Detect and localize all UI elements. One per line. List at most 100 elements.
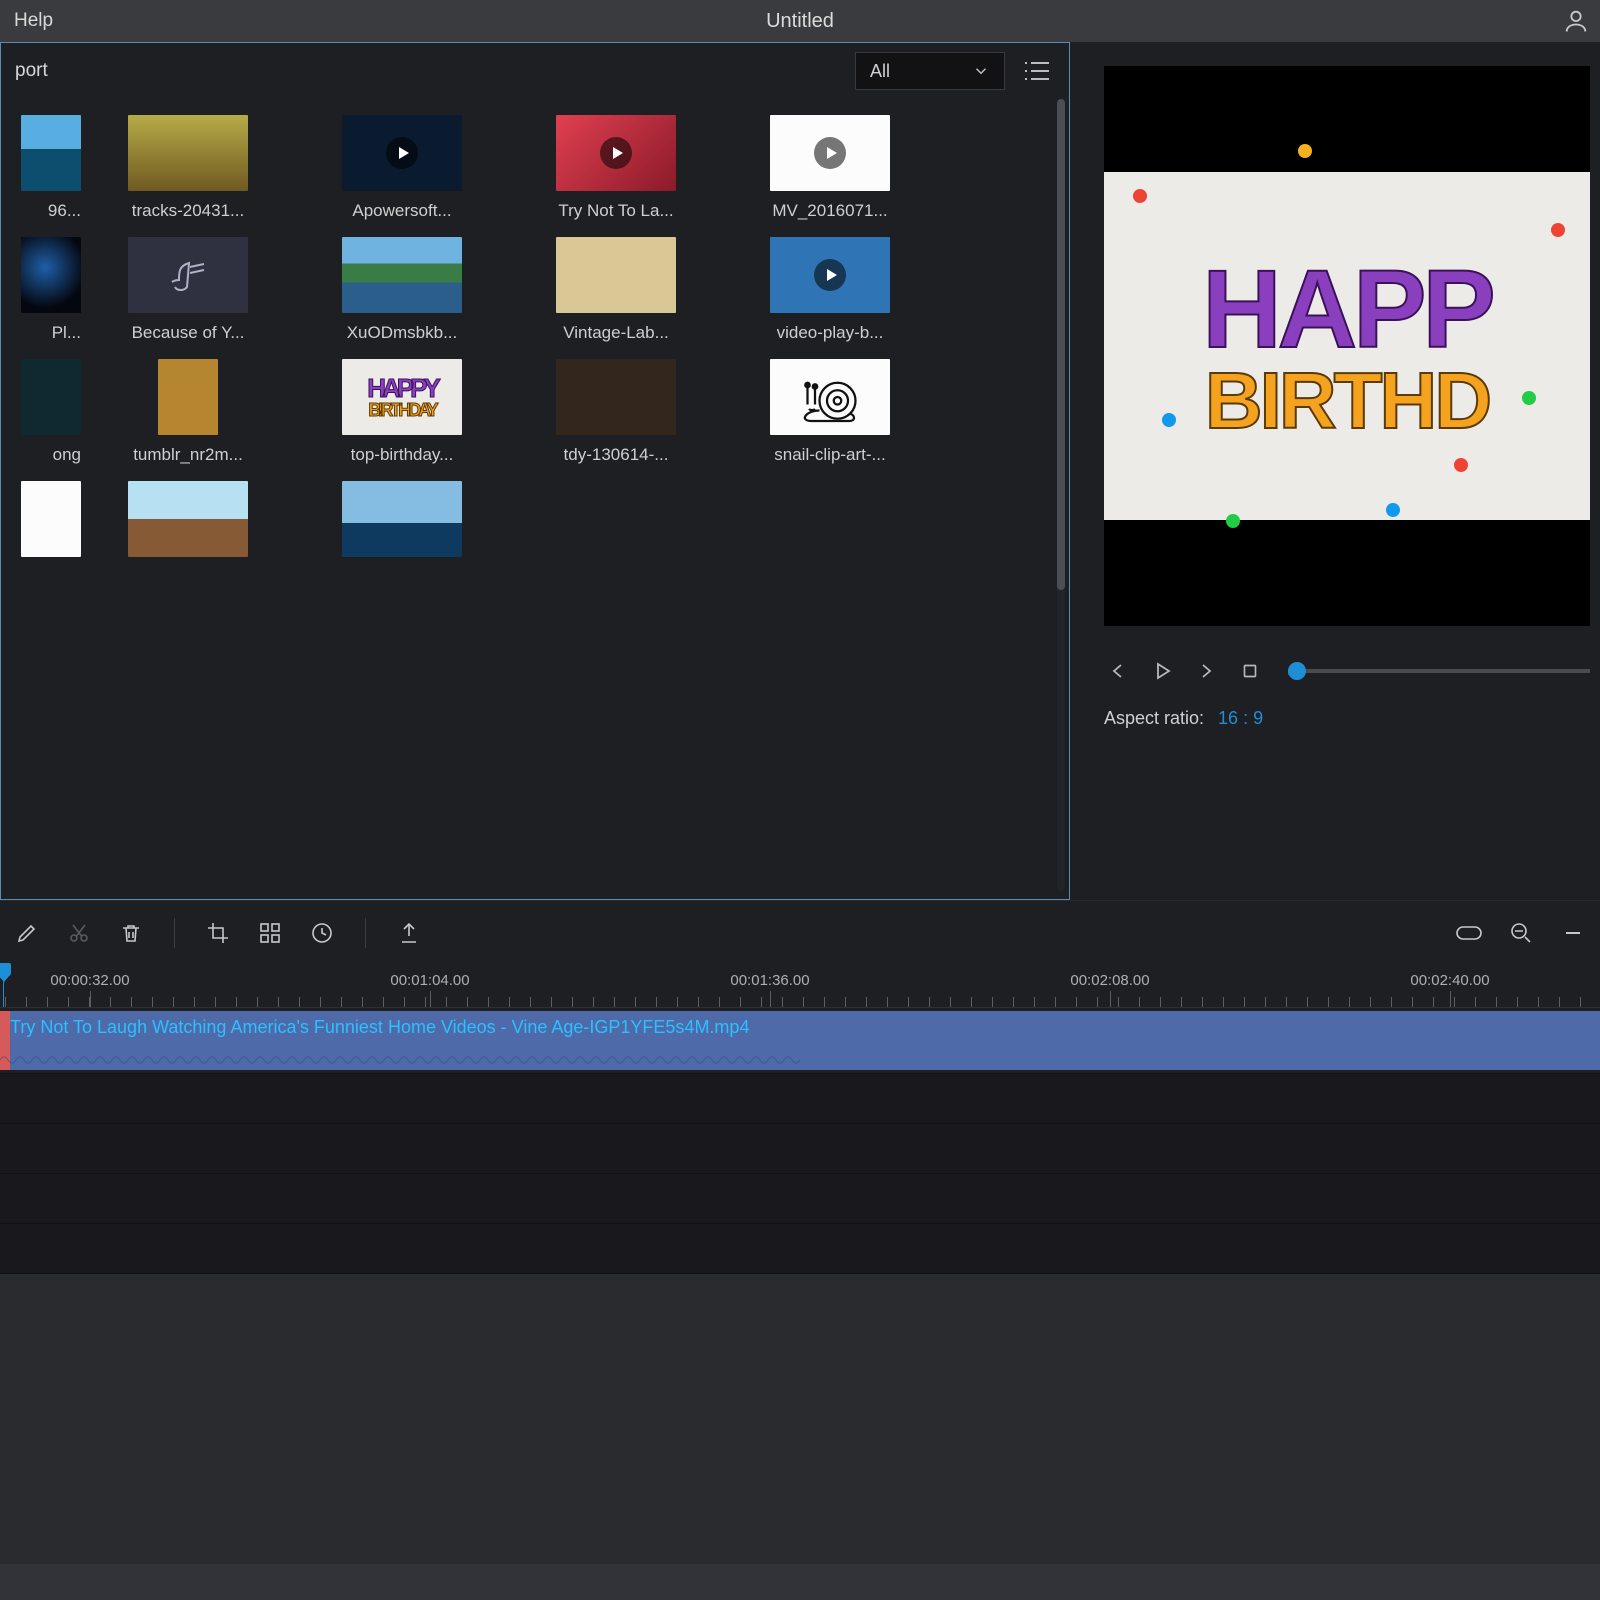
timeline-ruler[interactable]: 00:00:32.0000:01:04.0000:01:36.0000:02:0… bbox=[0, 964, 1600, 1008]
track-5[interactable] bbox=[0, 1224, 1600, 1274]
media-thumbnail bbox=[556, 359, 676, 435]
media-item[interactable]: Because of Y... bbox=[81, 229, 295, 351]
media-grid: 96... tracks-20431... Apowersoft... Try Not… bbox=[1, 99, 1069, 899]
stop-button[interactable] bbox=[1236, 657, 1264, 685]
zoom-out-button[interactable] bbox=[1504, 916, 1538, 950]
preview-controls bbox=[1104, 626, 1590, 696]
media-label: Apowersoft... bbox=[352, 201, 451, 221]
media-item[interactable]: tumblr_nr2m... bbox=[81, 351, 295, 473]
edit-button[interactable] bbox=[10, 916, 44, 950]
media-item[interactable] bbox=[81, 473, 295, 575]
media-item[interactable]: snail-clip-art-... bbox=[723, 351, 937, 473]
media-label: 96... bbox=[48, 201, 81, 221]
status-bar bbox=[0, 1564, 1600, 1600]
media-label: tdy-130614-... bbox=[564, 445, 669, 465]
media-label: tumblr_nr2m... bbox=[133, 445, 243, 465]
filter-value: All bbox=[870, 61, 890, 82]
media-label: video-play-b... bbox=[777, 323, 884, 343]
clip-waveform bbox=[0, 1052, 800, 1068]
media-item[interactable]: MV_2016071... bbox=[723, 107, 937, 229]
library-scrollbar[interactable] bbox=[1057, 99, 1065, 891]
account-icon[interactable] bbox=[1552, 7, 1600, 35]
scroll-handle[interactable] bbox=[1057, 99, 1065, 590]
preview-slider[interactable] bbox=[1288, 669, 1590, 673]
aspect-value[interactable]: 16 : 9 bbox=[1218, 708, 1263, 729]
media-label: snail-clip-art-... bbox=[774, 445, 885, 465]
library-toolbar: port All bbox=[1, 43, 1069, 99]
video-track[interactable]: Try Not To Laugh Watching America's Funn… bbox=[0, 1008, 1600, 1074]
media-label: Pl... bbox=[52, 323, 81, 343]
export-button[interactable] bbox=[392, 916, 426, 950]
duration-button[interactable] bbox=[305, 916, 339, 950]
media-item[interactable]: Try Not To La... bbox=[509, 107, 723, 229]
media-thumbnail bbox=[21, 237, 81, 313]
media-thumbnail bbox=[21, 359, 81, 435]
playhead[interactable] bbox=[3, 964, 4, 1007]
delete-button[interactable] bbox=[114, 916, 148, 950]
aspect-ratio-row: Aspect ratio: 16 : 9 bbox=[1104, 696, 1590, 729]
media-label: Vintage-Lab... bbox=[563, 323, 669, 343]
crop-button[interactable] bbox=[201, 916, 235, 950]
media-thumbnail bbox=[342, 237, 462, 313]
media-label: XuODmsbkb... bbox=[347, 323, 458, 343]
titlebar: Help Untitled bbox=[0, 0, 1600, 42]
timeline-clip[interactable]: Try Not To Laugh Watching America's Funn… bbox=[0, 1011, 1600, 1070]
media-item[interactable]: XuODmsbkb... bbox=[295, 229, 509, 351]
media-thumbnail bbox=[21, 481, 81, 557]
media-item[interactable]: ong bbox=[1, 351, 81, 473]
track-2[interactable] bbox=[0, 1074, 1600, 1124]
track-3[interactable] bbox=[0, 1124, 1600, 1174]
media-thumbnail bbox=[128, 115, 248, 191]
timeline: 00:00:32.0000:01:04.0000:01:36.0000:02:0… bbox=[0, 964, 1600, 1274]
media-item[interactable] bbox=[295, 473, 509, 575]
media-item[interactable]: 96... bbox=[1, 107, 81, 229]
media-item[interactable]: video-play-b... bbox=[723, 229, 937, 351]
fit-button[interactable] bbox=[1452, 916, 1486, 950]
ruler-label: 00:02:40.00 bbox=[1410, 972, 1489, 989]
zoom-slider-minus[interactable] bbox=[1556, 916, 1590, 950]
media-thumbnail bbox=[556, 115, 676, 191]
slider-handle[interactable] bbox=[1288, 662, 1306, 680]
media-thumbnail bbox=[21, 115, 81, 191]
media-thumbnail: HAPPYBIRTHDAY bbox=[342, 359, 462, 435]
media-label: Try Not To La... bbox=[558, 201, 673, 221]
import-label[interactable]: port bbox=[15, 60, 48, 82]
track-4[interactable] bbox=[0, 1174, 1600, 1224]
media-thumbnail bbox=[770, 115, 890, 191]
media-item[interactable] bbox=[1, 473, 81, 575]
media-library: port All 96... tracks-20431... Apowersoft.… bbox=[0, 42, 1070, 900]
preview-image: HAPP BIRTHD bbox=[1104, 172, 1590, 519]
media-item[interactable]: HAPPYBIRTHDAY top-birthday... bbox=[295, 351, 509, 473]
ruler-label: 00:02:08.00 bbox=[1070, 972, 1149, 989]
media-thumbnail bbox=[342, 481, 462, 557]
media-thumbnail bbox=[158, 359, 218, 435]
clip-label: Try Not To Laugh Watching America's Funn… bbox=[10, 1017, 749, 1038]
ruler-label: 00:00:32.00 bbox=[50, 972, 129, 989]
media-thumbnail bbox=[342, 115, 462, 191]
media-label: Because of Y... bbox=[132, 323, 245, 343]
media-thumbnail bbox=[556, 237, 676, 313]
chevron-down-icon bbox=[972, 62, 990, 80]
main-split: port All 96... tracks-20431... Apowersoft.… bbox=[0, 42, 1600, 900]
media-thumbnail bbox=[128, 481, 248, 557]
prev-frame-button[interactable] bbox=[1104, 657, 1132, 685]
filter-dropdown[interactable]: All bbox=[855, 52, 1005, 90]
media-item[interactable]: Pl... bbox=[1, 229, 81, 351]
mosaic-button[interactable] bbox=[253, 916, 287, 950]
media-item[interactable]: tdy-130614-... bbox=[509, 351, 723, 473]
preview-panel: HAPP BIRTHD Aspect ratio: 16 : 9 bbox=[1070, 42, 1600, 900]
play-button[interactable] bbox=[1148, 657, 1176, 685]
menu-help[interactable]: Help bbox=[0, 10, 67, 32]
media-label: top-birthday... bbox=[351, 445, 454, 465]
aspect-label: Aspect ratio: bbox=[1104, 708, 1204, 729]
preview-canvas: HAPP BIRTHD bbox=[1104, 66, 1590, 626]
media-label: tracks-20431... bbox=[132, 201, 244, 221]
media-item[interactable]: Vintage-Lab... bbox=[509, 229, 723, 351]
media-label: ong bbox=[53, 445, 81, 465]
view-list-icon[interactable] bbox=[1019, 53, 1055, 89]
media-thumbnail bbox=[128, 237, 248, 313]
media-item[interactable]: Apowersoft... bbox=[295, 107, 509, 229]
timeline-toolbar bbox=[0, 900, 1600, 964]
next-frame-button[interactable] bbox=[1192, 657, 1220, 685]
media-item[interactable]: tracks-20431... bbox=[81, 107, 295, 229]
